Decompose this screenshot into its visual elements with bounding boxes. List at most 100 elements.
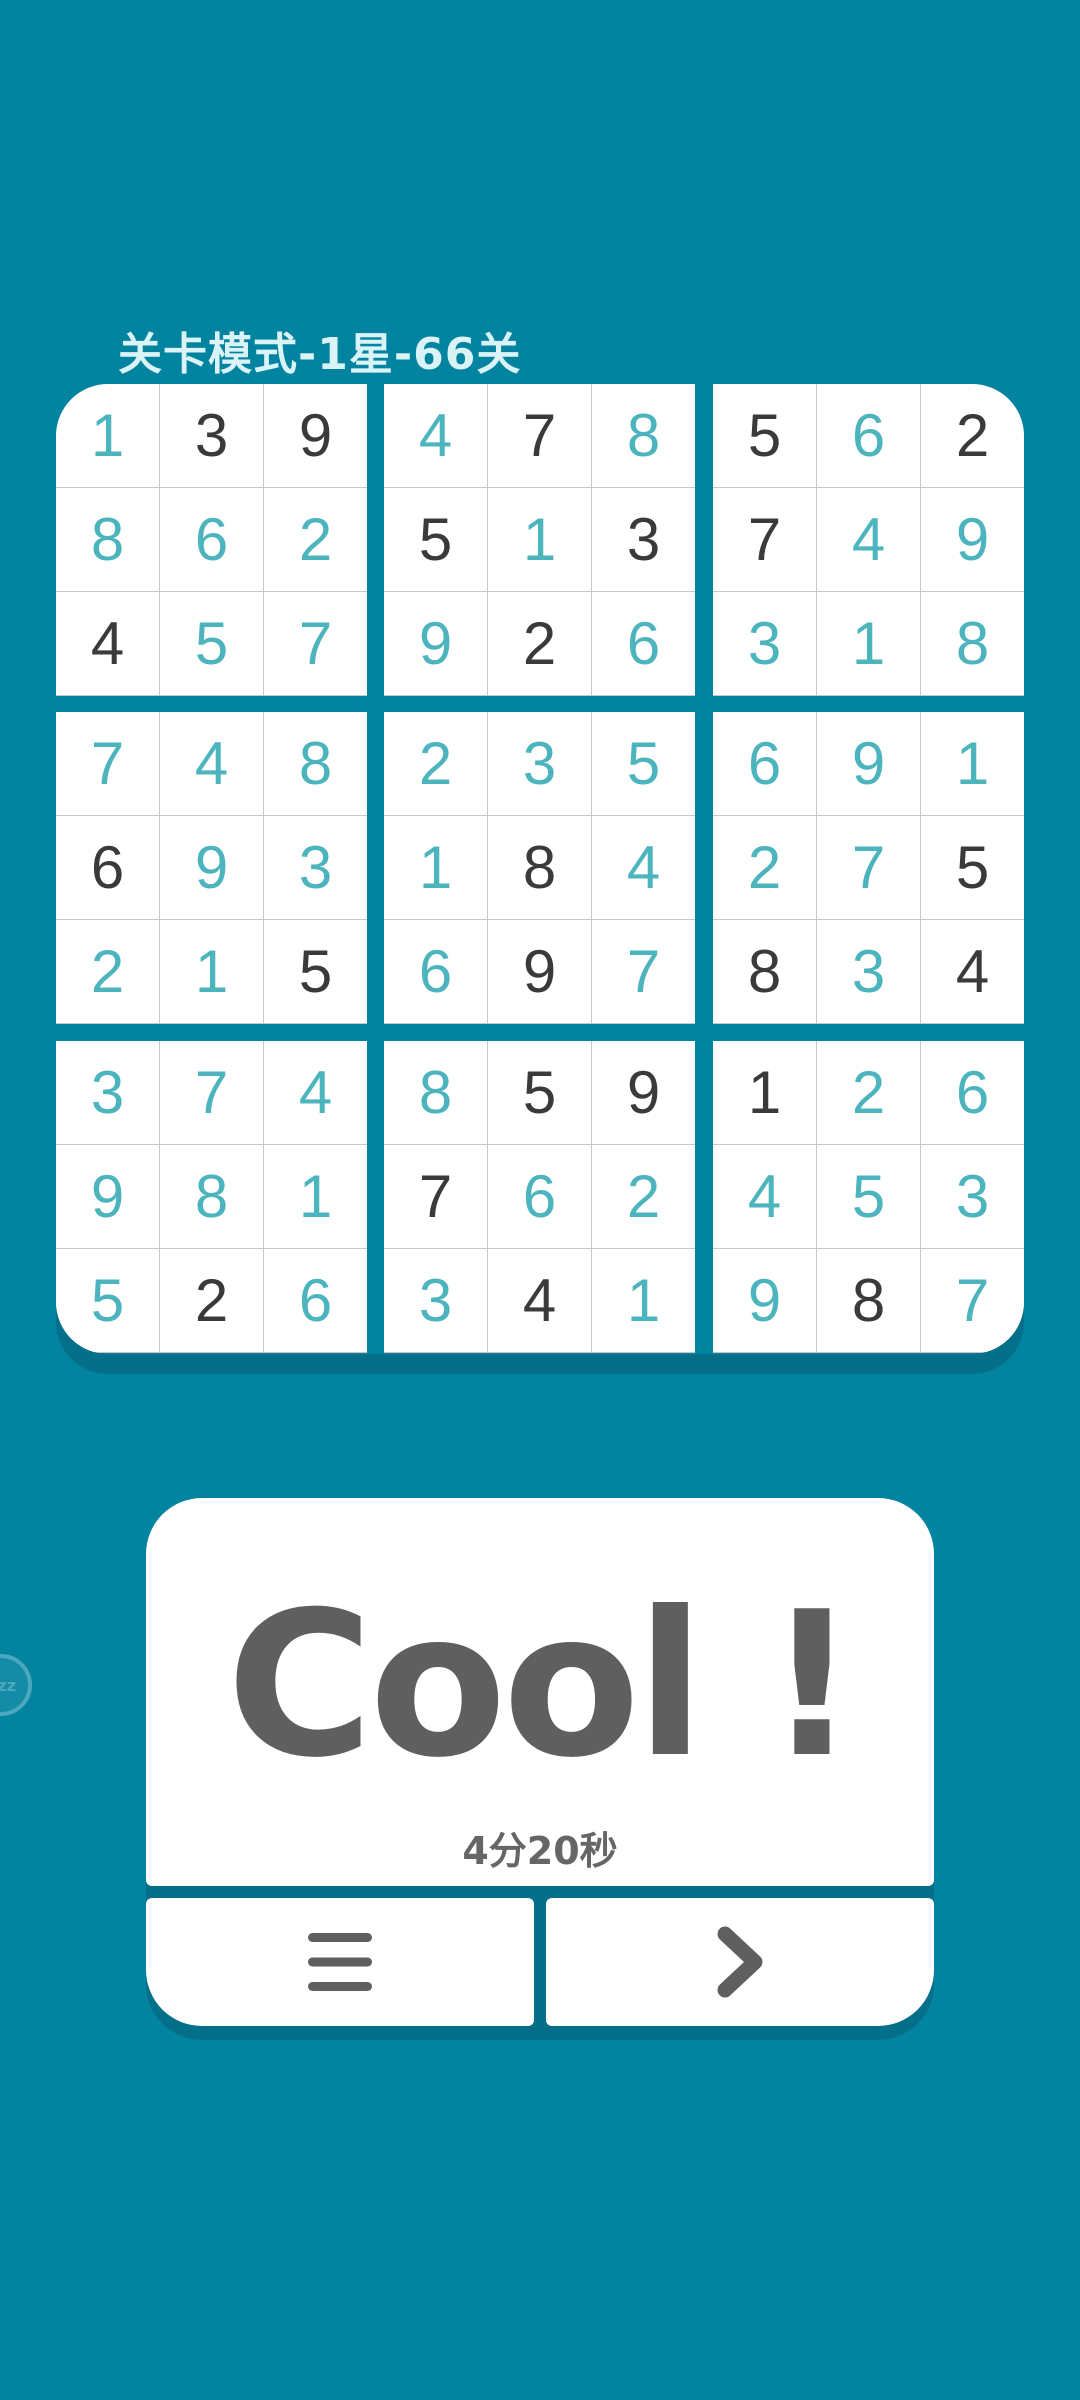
sudoku-cell[interactable]: 5 — [264, 920, 367, 1023]
sudoku-cell[interactable]: 4 — [56, 592, 159, 695]
sudoku-cell[interactable]: 9 — [713, 1249, 816, 1352]
sudoku-cell[interactable]: 2 — [488, 592, 591, 695]
sudoku-cell[interactable]: 3 — [713, 592, 816, 695]
sudoku-cell[interactable]: 6 — [160, 488, 263, 591]
sudoku-cell[interactable]: 8 — [817, 1249, 920, 1352]
sudoku-cell[interactable]: 5 — [817, 1145, 920, 1248]
result-headline: Cool ! — [226, 1569, 858, 1802]
sudoku-cell[interactable]: 3 — [921, 1145, 1024, 1248]
sudoku-box: 691 275 834 — [713, 712, 1024, 1024]
sudoku-box: 235 184 697 — [384, 712, 695, 1024]
result-card: Cool ! 4分20秒 — [146, 1498, 934, 1886]
sudoku-box: 859 762 341 — [384, 1041, 695, 1353]
floating-bubble-icon[interactable]: zz — [0, 1654, 32, 1716]
sudoku-cell[interactable]: 6 — [817, 384, 920, 487]
sudoku-cell[interactable]: 4 — [592, 816, 695, 919]
sudoku-cell[interactable]: 3 — [488, 712, 591, 815]
sudoku-cell[interactable]: 2 — [592, 1145, 695, 1248]
sudoku-cell[interactable]: 5 — [713, 384, 816, 487]
sudoku-cell[interactable]: 6 — [488, 1145, 591, 1248]
menu-icon — [308, 1933, 372, 1991]
sudoku-cell[interactable]: 8 — [488, 816, 591, 919]
sudoku-cell[interactable]: 9 — [264, 384, 367, 487]
sudoku-cell[interactable]: 1 — [264, 1145, 367, 1248]
chevron-right-icon — [717, 1926, 763, 1998]
sudoku-cell[interactable]: 1 — [592, 1249, 695, 1352]
sudoku-cell[interactable]: 4 — [713, 1145, 816, 1248]
sudoku-cell[interactable]: 8 — [264, 712, 367, 815]
sudoku-cell[interactable]: 8 — [384, 1041, 487, 1144]
level-title: 关卡模式-1星-66关 — [118, 329, 522, 380]
sudoku-cell[interactable]: 2 — [160, 1249, 263, 1352]
sudoku-cell[interactable]: 1 — [817, 592, 920, 695]
sudoku-cell[interactable]: 9 — [592, 1041, 695, 1144]
sudoku-cell[interactable]: 7 — [384, 1145, 487, 1248]
game-screen: 关卡模式-1星-66关 1398624574785139265627493187… — [0, 0, 1080, 2400]
sudoku-cell[interactable]: 8 — [56, 488, 159, 591]
sudoku-cell[interactable]: 2 — [713, 816, 816, 919]
sudoku-cell[interactable]: 6 — [384, 920, 487, 1023]
sudoku-cell[interactable]: 3 — [384, 1249, 487, 1352]
sudoku-cell[interactable]: 7 — [713, 488, 816, 591]
sudoku-box: 562 749 318 — [713, 384, 1024, 696]
sudoku-cell[interactable]: 1 — [713, 1041, 816, 1144]
sudoku-cell[interactable]: 3 — [817, 920, 920, 1023]
sudoku-box: 748 693 215 — [56, 712, 367, 1024]
sudoku-cell[interactable]: 2 — [56, 920, 159, 1023]
sudoku-cell[interactable]: 8 — [713, 920, 816, 1023]
sudoku-cell[interactable]: 4 — [384, 384, 487, 487]
sudoku-cell[interactable]: 4 — [160, 712, 263, 815]
sudoku-cell[interactable]: 4 — [264, 1041, 367, 1144]
sudoku-cell[interactable]: 9 — [56, 1145, 159, 1248]
sudoku-cell[interactable]: 9 — [160, 816, 263, 919]
sudoku-cell[interactable]: 7 — [921, 1249, 1024, 1352]
sudoku-cell[interactable]: 9 — [384, 592, 487, 695]
menu-button[interactable] — [146, 1898, 534, 2026]
sudoku-cell[interactable]: 3 — [592, 488, 695, 591]
sudoku-cell[interactable]: 5 — [921, 816, 1024, 919]
sudoku-box: 374 981 526 — [56, 1041, 367, 1353]
sudoku-cell[interactable]: 7 — [160, 1041, 263, 1144]
sudoku-cell[interactable]: 5 — [160, 592, 263, 695]
sudoku-cell[interactable]: 8 — [160, 1145, 263, 1248]
sudoku-cell[interactable]: 9 — [817, 712, 920, 815]
sudoku-box: 478 513 926 — [384, 384, 695, 696]
sudoku-cell[interactable]: 7 — [56, 712, 159, 815]
sudoku-cell[interactable]: 7 — [264, 592, 367, 695]
sudoku-cell[interactable]: 6 — [264, 1249, 367, 1352]
sudoku-cell[interactable]: 7 — [592, 920, 695, 1023]
sudoku-cell[interactable]: 1 — [160, 920, 263, 1023]
sudoku-cell[interactable]: 3 — [56, 1041, 159, 1144]
sudoku-cell[interactable]: 1 — [56, 384, 159, 487]
sudoku-cell[interactable]: 5 — [592, 712, 695, 815]
sudoku-cell[interactable]: 1 — [488, 488, 591, 591]
sudoku-cell[interactable]: 1 — [921, 712, 1024, 815]
sudoku-cell[interactable]: 2 — [921, 384, 1024, 487]
sudoku-cell[interactable]: 5 — [384, 488, 487, 591]
sudoku-cell[interactable]: 8 — [592, 384, 695, 487]
sudoku-box: 126 453 987 — [713, 1041, 1024, 1353]
sudoku-cell[interactable]: 9 — [921, 488, 1024, 591]
next-level-button[interactable] — [546, 1898, 934, 2026]
sudoku-cell[interactable]: 3 — [264, 816, 367, 919]
sudoku-cell[interactable]: 6 — [592, 592, 695, 695]
sudoku-cell[interactable]: 2 — [264, 488, 367, 591]
sudoku-cell[interactable]: 6 — [921, 1041, 1024, 1144]
elapsed-time: 4分20秒 — [462, 1829, 618, 1873]
sudoku-cell[interactable]: 4 — [921, 920, 1024, 1023]
sudoku-cell[interactable]: 3 — [160, 384, 263, 487]
sudoku-cell[interactable]: 5 — [56, 1249, 159, 1352]
sudoku-cell[interactable]: 5 — [488, 1041, 591, 1144]
sudoku-box: 139 862 457 — [56, 384, 367, 696]
sudoku-cell[interactable]: 6 — [713, 712, 816, 815]
sudoku-cell[interactable]: 4 — [488, 1249, 591, 1352]
sudoku-cell[interactable]: 2 — [384, 712, 487, 815]
sudoku-cell[interactable]: 6 — [56, 816, 159, 919]
sudoku-cell[interactable]: 8 — [921, 592, 1024, 695]
sudoku-cell[interactable]: 4 — [817, 488, 920, 591]
sudoku-cell[interactable]: 1 — [384, 816, 487, 919]
sudoku-cell[interactable]: 2 — [817, 1041, 920, 1144]
sudoku-cell[interactable]: 7 — [817, 816, 920, 919]
sudoku-cell[interactable]: 7 — [488, 384, 591, 487]
sudoku-cell[interactable]: 9 — [488, 920, 591, 1023]
